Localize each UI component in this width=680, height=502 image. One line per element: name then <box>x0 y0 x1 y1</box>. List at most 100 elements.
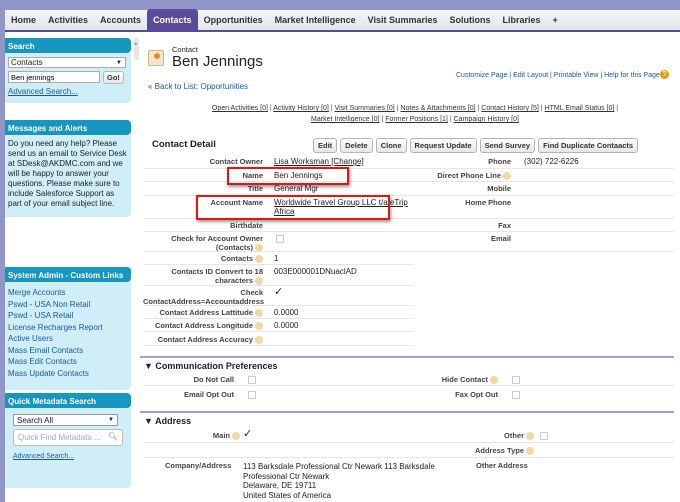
help-icon[interactable] <box>503 172 511 181</box>
address-line: United States of America <box>243 490 332 500</box>
field-label: Contacts <box>143 254 263 264</box>
field-label-text: Contacts ID Convert to 18 characters <box>171 267 263 285</box>
back-to-list-link[interactable]: « Back to List: Opportunities <box>148 82 248 91</box>
help-icon[interactable] <box>490 376 498 385</box>
admin-link[interactable]: Mass Update Contacts <box>8 368 128 380</box>
email-opt-out-checkbox[interactable] <box>248 391 256 399</box>
button-delete[interactable]: Delete <box>340 138 373 153</box>
other-checkbox[interactable] <box>540 432 548 440</box>
admin-link[interactable]: Merge Accounts <box>8 287 128 299</box>
admin-link[interactable]: License Recharges Report <box>8 322 128 334</box>
advanced-search-link[interactable]: Advanced Search... <box>8 86 128 98</box>
field-label-text: Mobile <box>487 184 511 193</box>
related-list-link[interactable]: Market Intelligence [0] <box>311 116 379 123</box>
fax-opt-out-checkbox[interactable] <box>512 391 520 399</box>
help-icon[interactable] <box>526 447 534 456</box>
tab-solutions[interactable]: Solutions <box>443 9 496 31</box>
related-list-link[interactable]: Visit Summaries [0] <box>335 105 395 112</box>
button-clone[interactable]: Clone <box>375 138 407 153</box>
tab-opportunities[interactable]: Opportunities <box>198 9 269 31</box>
collapse-triangle-icon[interactable]: ▼ <box>144 416 155 426</box>
field-value: 003E000001DNuaclAD <box>274 267 357 276</box>
related-list-link[interactable]: Notes & Attachments [0] <box>400 105 475 112</box>
admin-link[interactable]: Pswd - USA Non Retail <box>8 299 128 311</box>
separator: | <box>614 105 619 112</box>
page-links[interactable]: Customize Page | Edit Layout | Printable… <box>456 72 660 79</box>
related-list-link[interactable]: Open Activities [0] <box>212 105 268 112</box>
tab-market-intelligence[interactable]: Market Intelligence <box>269 9 362 31</box>
help-icon[interactable] <box>255 277 263 286</box>
go-button[interactable]: Go! <box>103 71 124 84</box>
field-label-text: Phone <box>488 157 511 166</box>
button-edit[interactable]: Edit <box>313 138 338 153</box>
do-not-call-label: Do Not Call <box>193 375 234 384</box>
account-owner-checkbox[interactable] <box>276 235 284 243</box>
help-icon[interactable] <box>526 432 534 441</box>
metadata-scope-select[interactable]: Search All ▼ <box>13 414 118 426</box>
admin-link[interactable]: Mass Email Contacts <box>8 345 128 357</box>
sidebar-collapse-handle[interactable]: ◂ <box>134 38 139 60</box>
help-icon[interactable] <box>255 336 263 345</box>
tab-home[interactable]: Home <box>5 9 42 31</box>
metadata-search-title: Quick Metadata Search <box>5 393 131 408</box>
hide-contact-checkbox[interactable] <box>512 376 520 384</box>
do-not-call-checkbox[interactable] <box>248 376 256 384</box>
address-type-label: Address Type <box>474 446 524 455</box>
button-send-survey[interactable]: Send Survey <box>479 138 536 153</box>
admin-links-panel: System Admin - Custom Links Merge Accoun… <box>5 267 131 390</box>
field-label: Birthdate <box>143 221 263 230</box>
highlight-name <box>227 167 349 185</box>
metadata-advanced-search-link[interactable]: Advanced Search... <box>13 451 123 463</box>
tab-libraries[interactable]: Libraries <box>496 9 546 31</box>
admin-link[interactable]: Mass Edit Contacts <box>8 356 128 368</box>
contact-icon <box>148 50 164 66</box>
field-label-text: Check ContactAddress=Accountaddress <box>143 288 265 306</box>
related-list-link[interactable]: Contact History [5] <box>481 105 539 112</box>
search-scope-value: Contacts <box>11 58 43 67</box>
row-divider <box>144 168 674 169</box>
field-label: Contact Address Longitude <box>143 321 263 331</box>
field-value: 0.0000 <box>274 308 299 317</box>
fax-opt-out-label: Fax Opt Out <box>455 390 498 399</box>
other-address-label: Other Address <box>476 461 528 470</box>
tab-accounts[interactable]: Accounts <box>94 9 147 31</box>
field-label-text: Contact Owner <box>209 157 263 166</box>
button-request-update[interactable]: Request Update <box>409 138 477 153</box>
admin-link[interactable]: Pswd - USA Retail <box>8 310 128 322</box>
tab-activities[interactable]: Activities <box>42 9 94 31</box>
tab--[interactable]: + <box>547 9 564 31</box>
section-title-contact-detail: Contact Detail <box>152 139 216 150</box>
help-icon[interactable] <box>255 322 263 331</box>
help-icon[interactable]: ? <box>660 70 669 79</box>
related-list-link[interactable]: Activity History [0] <box>273 105 329 112</box>
address-title: Address <box>155 416 192 426</box>
field-label: Title <box>143 184 263 193</box>
field-label: Contacts ID Convert to 18 characters <box>143 267 263 286</box>
field-label-text: Direct Phone Line <box>437 171 501 180</box>
field-label-text: Title <box>247 184 263 193</box>
related-list-link[interactable]: HTML Email Status [0] <box>545 105 615 112</box>
chevron-down-icon: ▼ <box>108 417 114 423</box>
field-label: Email <box>391 234 511 243</box>
search-input[interactable] <box>8 71 100 83</box>
collapse-triangle-icon[interactable]: ▼ <box>144 361 155 371</box>
field-label: Phone <box>391 157 511 166</box>
field-label: Check ContactAddress=Accountaddress <box>143 288 265 306</box>
tab-contacts[interactable]: Contacts <box>147 9 198 31</box>
row-divider <box>144 331 414 332</box>
metadata-scope-value: Search All <box>17 416 54 425</box>
row-divider <box>144 318 414 319</box>
tab-visit-summaries[interactable]: Visit Summaries <box>362 9 444 31</box>
help-icon[interactable] <box>255 309 263 318</box>
button-find-duplicate-contaacts[interactable]: Find Duplicate Contaacts <box>538 138 639 153</box>
field-value-link[interactable]: Lisa Worksman [Change] <box>274 157 409 166</box>
admin-link[interactable]: Active Users <box>8 333 128 345</box>
search-scope-select[interactable]: Contacts ▼ <box>8 57 126 68</box>
help-icon[interactable] <box>255 255 263 264</box>
metadata-search-input[interactable]: Quick Find Metadata ... 🔍︎ <box>13 429 123 446</box>
row-divider <box>144 264 414 265</box>
related-list-link[interactable]: Former Positions [1] <box>385 116 448 123</box>
related-list-link[interactable]: Campaign History [0] <box>454 116 519 123</box>
help-icon[interactable] <box>232 432 240 441</box>
search-icon: 🔍︎ <box>107 432 118 441</box>
